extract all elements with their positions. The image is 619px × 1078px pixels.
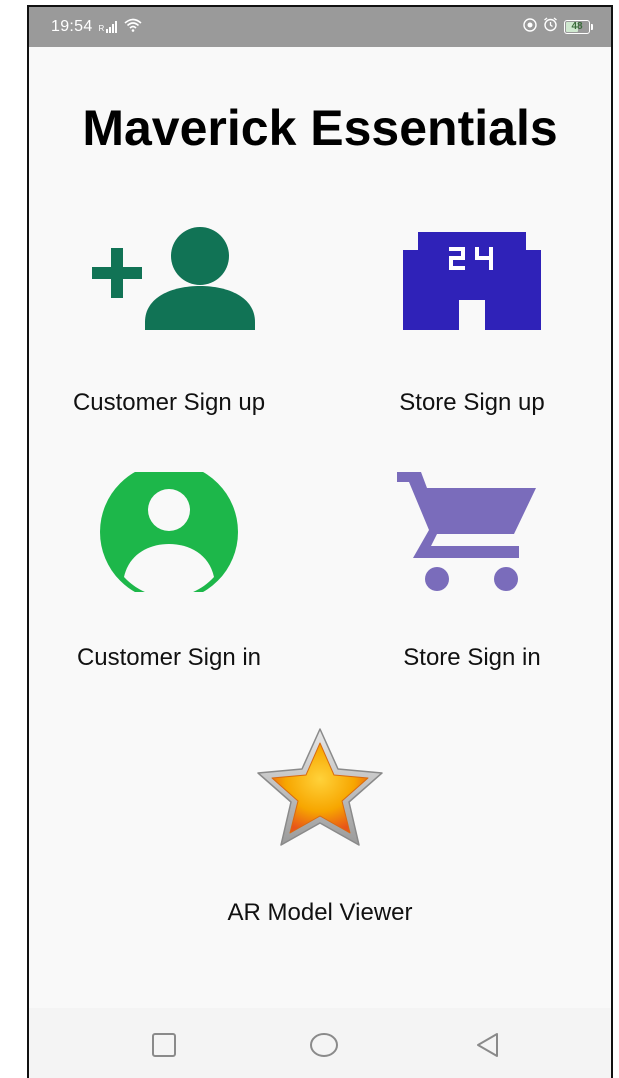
- status-left: 19:54 R: [51, 18, 142, 36]
- back-button[interactable]: [473, 1030, 503, 1060]
- store-signup-button[interactable]: Store Sign up: [347, 222, 597, 417]
- back-triangle-icon: [477, 1033, 498, 1057]
- ar-model-viewer-label: AR Model Viewer: [227, 899, 413, 926]
- battery-level: 48: [571, 21, 583, 32]
- star-icon: [195, 727, 445, 847]
- wifi-icon: [124, 18, 142, 36]
- circle-icon: [310, 1033, 338, 1057]
- store-signin-label: Store Sign in: [403, 644, 541, 671]
- customer-signin-label: Customer Sign in: [76, 644, 262, 671]
- location-icon: [523, 17, 537, 36]
- account-circle-icon: [44, 463, 294, 601]
- alarm-icon: [543, 17, 558, 36]
- phone-screen: 19:54 R 48 Maverick Essentials Customer …: [27, 5, 613, 1078]
- home-button[interactable]: [308, 1030, 338, 1060]
- square-icon: [152, 1033, 176, 1057]
- customer-signup-label: Customer Sign up: [72, 389, 266, 416]
- status-right: 48: [523, 17, 593, 36]
- store-signin-button[interactable]: Store Sign in: [347, 472, 597, 672]
- store-24-icon: [347, 222, 597, 342]
- status-bar: 19:54 R 48: [29, 7, 611, 47]
- ar-model-viewer-button[interactable]: AR Model Viewer: [195, 727, 445, 927]
- shopping-cart-icon: [347, 472, 597, 592]
- navigation-bar: [29, 1008, 611, 1078]
- page-title: Maverick Essentials: [82, 100, 558, 156]
- signal-icon: R: [99, 21, 118, 33]
- store-signup-label: Store Sign up: [399, 389, 545, 416]
- recents-button[interactable]: [149, 1030, 179, 1060]
- customer-signup-button[interactable]: Customer Sign up: [44, 222, 294, 417]
- add-person-icon: [44, 222, 294, 342]
- status-time: 19:54: [51, 18, 93, 35]
- customer-signin-button[interactable]: Customer Sign in: [44, 463, 294, 672]
- battery-icon: 48: [564, 19, 593, 34]
- roaming-indicator: R: [98, 24, 105, 33]
